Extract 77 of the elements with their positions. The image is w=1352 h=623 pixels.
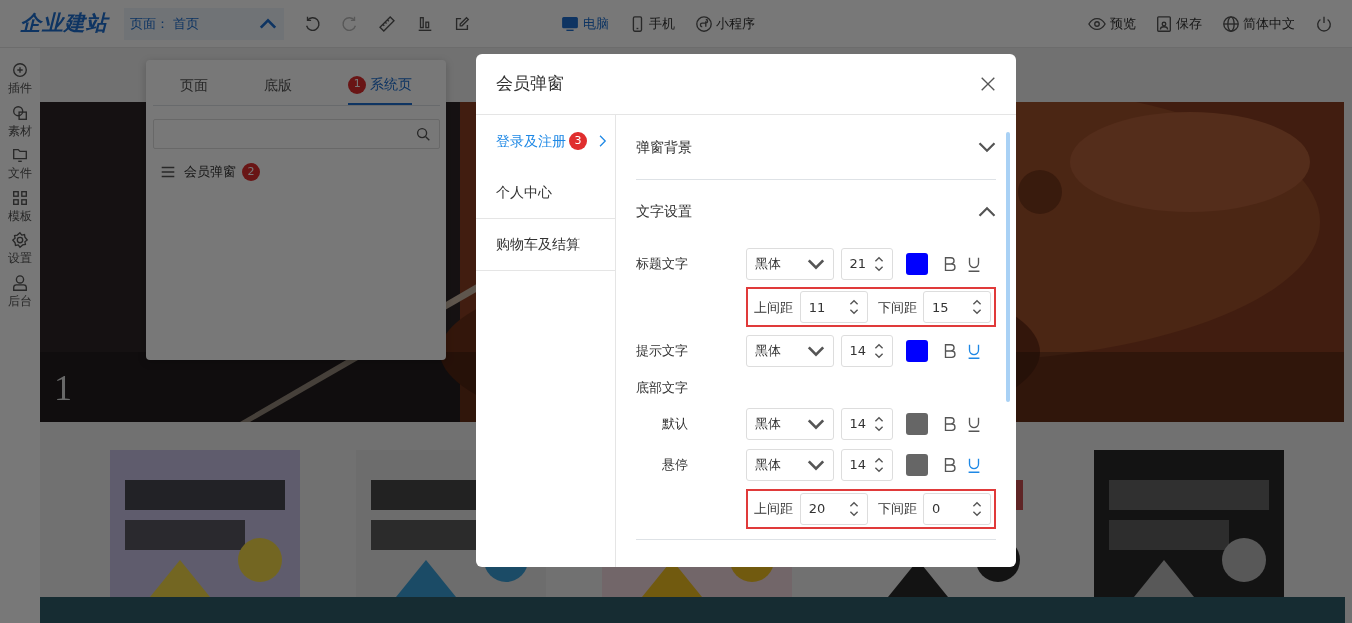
page-select-label: 页面：	[130, 14, 170, 33]
menu-item[interactable]: 登录及注册 3	[476, 115, 615, 167]
size-field[interactable]: 14	[840, 408, 893, 440]
search-field[interactable]	[152, 119, 440, 149]
monitor-icon	[561, 14, 580, 33]
toolbar-button[interactable]: 预览	[1088, 13, 1136, 34]
font-select[interactable]: 黑体	[746, 247, 834, 280]
row-label: 标题文字	[636, 254, 689, 273]
scrollbar[interactable]	[1006, 132, 1010, 402]
sidebar-item[interactable]: 文件	[8, 146, 32, 182]
sidebar-item[interactable]: 模板	[8, 188, 32, 225]
step-badge: 2	[242, 162, 260, 181]
spacing-label: 上间距	[754, 298, 794, 317]
size-field[interactable]: 14	[840, 449, 893, 481]
section-header[interactable]: 弹窗背景	[636, 115, 996, 179]
row-label: 悬停	[661, 456, 689, 475]
row-label: 底部文字	[636, 378, 688, 397]
font-select[interactable]: 黑体	[746, 449, 834, 481]
step-badge: 3	[569, 132, 587, 150]
device-tab[interactable]: 手机	[628, 13, 676, 34]
menu-item[interactable]: 购物车及结算	[476, 219, 615, 271]
section-title: 弹窗背景	[636, 137, 693, 157]
sidebar-item[interactable]: 插件	[8, 61, 32, 97]
row-label: 提示文字	[636, 342, 689, 361]
sidebar-item[interactable]: 素材	[8, 103, 32, 140]
section-title: 文字设置	[636, 202, 693, 221]
panel-tab[interactable]: 底版	[264, 60, 293, 105]
section-header[interactable]: 文字设置	[636, 179, 996, 243]
gear-icon	[11, 231, 29, 249]
spacing-field[interactable]: 15	[923, 291, 991, 324]
menu-label: 购物车及结算	[496, 235, 580, 254]
grid-icon	[11, 188, 29, 207]
power-icon[interactable]	[1314, 14, 1333, 33]
page-select-value: 首页	[172, 14, 200, 33]
device-tab[interactable]: 小程序	[694, 13, 755, 34]
globe-icon	[1221, 14, 1240, 33]
color-swatch[interactable]	[905, 413, 928, 435]
save-icon	[1155, 14, 1173, 33]
spacing-field[interactable]: 20	[799, 492, 868, 525]
logo[interactable]: 企业建站	[19, 7, 108, 40]
toolbar-button[interactable]: 保存	[1155, 13, 1203, 34]
color-swatch[interactable]	[905, 252, 928, 275]
spacing-label: 下间距	[877, 500, 917, 518]
font-select[interactable]: 黑体	[746, 408, 834, 440]
page-item[interactable]: 会员弹窗	[183, 162, 236, 182]
modal-title: 会员弹窗	[495, 72, 565, 96]
panel-tab[interactable]: 1 系统页	[348, 60, 412, 105]
menu-label: 登录及注册	[496, 131, 566, 151]
plus-circle-icon	[11, 61, 29, 79]
sidebar-item[interactable]: 设置	[8, 231, 32, 267]
ruler-icon[interactable]	[378, 14, 397, 33]
step-badge: 1	[348, 75, 367, 94]
shapes-icon	[11, 103, 29, 122]
toolbar-button[interactable]: 简体中文	[1221, 13, 1295, 34]
mini-program-icon	[694, 14, 713, 33]
slide-number: 1	[54, 370, 72, 406]
sidebar-item[interactable]: 后台	[8, 273, 32, 310]
folder-icon	[11, 146, 29, 164]
device-tab[interactable]: 电脑	[561, 13, 609, 34]
spacing-field[interactable]: 11	[799, 291, 868, 324]
size-field[interactable]: 21	[840, 247, 893, 280]
spacing-field[interactable]: 0	[923, 492, 991, 525]
page-select[interactable]: 页面： 首页	[123, 7, 284, 40]
spacing-label: 下间距	[877, 298, 917, 317]
panel-tab[interactable]: 页面	[180, 60, 209, 105]
row-label: 默认	[661, 415, 689, 434]
color-swatch[interactable]	[905, 454, 928, 476]
font-select[interactable]: 黑体	[746, 335, 834, 367]
search-icon	[414, 125, 432, 143]
spacing-label: 上间距	[754, 500, 794, 518]
size-field[interactable]: 14	[840, 335, 893, 367]
edit-icon[interactable]	[453, 14, 472, 33]
menu-label: 个人中心	[496, 183, 552, 202]
menu-item[interactable]: 个人中心	[476, 167, 615, 219]
color-swatch[interactable]	[905, 340, 928, 362]
user-icon	[11, 273, 29, 292]
undo-icon[interactable]	[303, 14, 322, 33]
